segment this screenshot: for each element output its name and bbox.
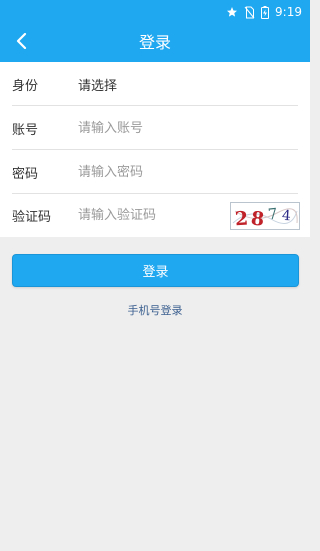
account-row: 账号 [12, 106, 298, 150]
status-bar: 9:19 [0, 0, 310, 24]
captcha-digit-3: 7 [267, 205, 278, 224]
no-sim-icon [244, 6, 255, 19]
captcha-digit-4: 4 [281, 208, 291, 225]
account-label: 账号 [12, 122, 39, 138]
password-row: 密码 [12, 150, 298, 194]
captcha-digit-1: 2 [234, 208, 249, 229]
app-bar: 登录 [0, 24, 310, 62]
status-time: 9:19 [275, 5, 302, 19]
star-icon [226, 6, 238, 18]
login-form: 身份 请选择 账号 密码 验证码 2 8 7 4 [0, 62, 310, 237]
page-title: 登录 [138, 33, 171, 52]
battery-charging-icon [261, 5, 270, 19]
phone-login-link[interactable]: 手机号登录 [0, 302, 310, 318]
login-button[interactable]: 登录 [12, 254, 299, 287]
back-button[interactable] [6, 27, 38, 59]
chevron-left-icon [15, 32, 29, 53]
identity-label: 身份 [12, 78, 39, 94]
captcha-label: 验证码 [12, 210, 52, 225]
captcha-row: 验证码 2 8 7 4 [12, 194, 300, 237]
password-label: 密码 [12, 166, 39, 182]
identity-row[interactable]: 身份 请选择 [12, 62, 298, 106]
captcha-digit-2: 8 [250, 207, 265, 229]
account-input[interactable] [78, 113, 298, 143]
captcha-image[interactable]: 2 8 7 4 [230, 202, 300, 231]
identity-select[interactable]: 请选择 [78, 75, 298, 94]
password-input[interactable] [78, 157, 298, 187]
